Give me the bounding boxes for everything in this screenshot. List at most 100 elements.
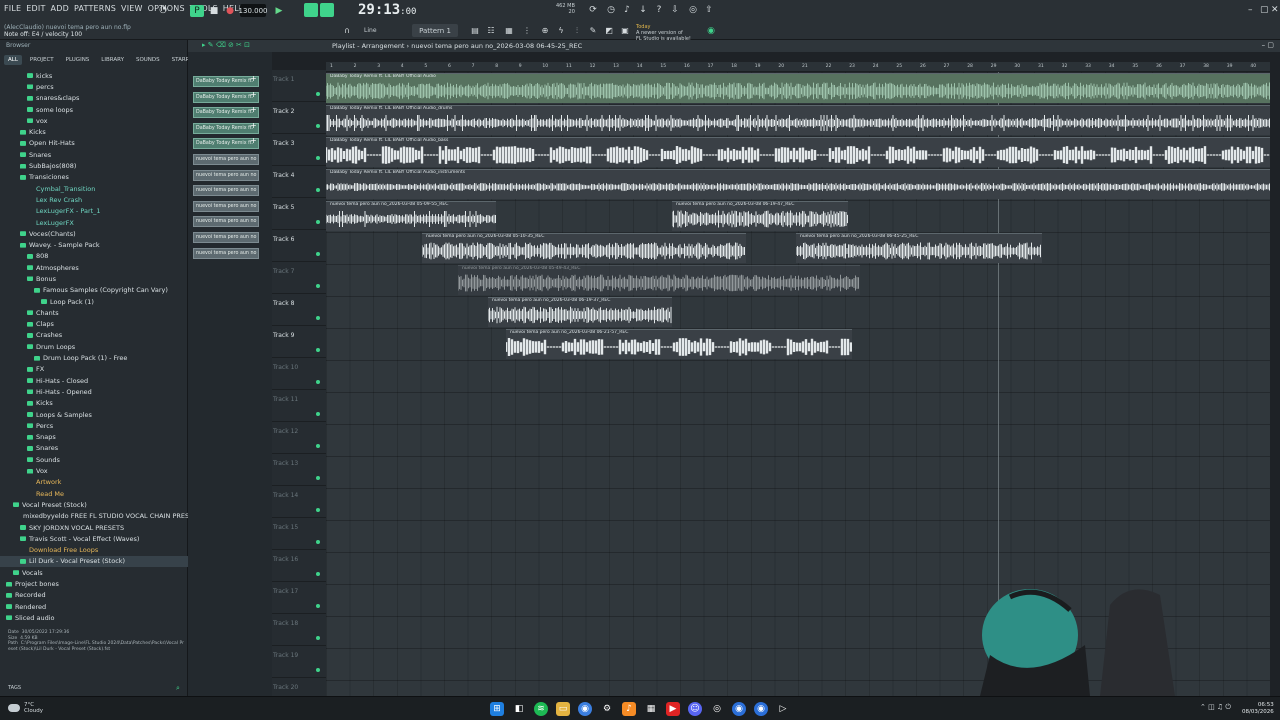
track-header[interactable]: Track 5 (272, 198, 326, 230)
pattern-clip[interactable]: nuevoi tema pero aun no (193, 247, 259, 259)
audio-clip[interactable]: DaBaby Today Remix ft. LIL BABY Official… (326, 105, 1270, 135)
metronome-icon[interactable]: ◔ (158, 5, 168, 15)
tags-label[interactable]: TAGS (8, 685, 21, 691)
track-header[interactable]: Track 11 (272, 390, 326, 422)
browser-item[interactable]: kicks (0, 70, 188, 81)
browser-item[interactable]: Percs (0, 420, 188, 431)
taskview-icon[interactable]: ◧ (512, 702, 526, 716)
add-clip-icon[interactable]: + (250, 90, 257, 99)
browser-item[interactable]: 808 (0, 251, 188, 262)
browser-item[interactable]: Artwork (0, 477, 188, 488)
chat-icon[interactable]: ◎ (688, 5, 698, 15)
weather-widget[interactable]: 7°C Cloudy (24, 702, 43, 714)
channel-rack-icon[interactable]: ▦ (504, 26, 514, 36)
track-header[interactable]: Track 1 (272, 70, 326, 102)
plugin-icon[interactable]: ⊕ (540, 26, 550, 36)
browser-item[interactable]: Vocals (0, 567, 188, 578)
search-icon[interactable]: ⌕ (176, 684, 180, 693)
browser-item[interactable]: Snares (0, 443, 188, 454)
track-header[interactable]: Track 15 (272, 518, 326, 550)
browser-item[interactable]: Atmospheres (0, 262, 188, 273)
help-icon[interactable]: ? (654, 5, 664, 15)
browser-item[interactable]: Drum Loop Pack (1) - Free (0, 352, 188, 363)
browser-item[interactable]: vox (0, 115, 188, 126)
audio-clip[interactable]: nuevoi tema pero aun no_2026-03-08 06-19… (672, 201, 848, 231)
track-mute-led[interactable] (316, 508, 320, 512)
track-header[interactable]: Track 8 (272, 294, 326, 326)
obs-icon[interactable]: ◎ (710, 702, 724, 716)
playlist-tools-icon[interactable]: ▸ ✎ ⌫ ⊘ ✂ ⊡ (202, 41, 250, 49)
track-header[interactable]: Track 12 (272, 422, 326, 454)
pattern-selector[interactable]: Pattern 1 (412, 24, 458, 37)
menu-file[interactable]: FILE (4, 4, 21, 13)
browser-item[interactable]: Loops & Samples (0, 409, 188, 420)
track-header[interactable]: Track 19 (272, 646, 326, 678)
browser-item[interactable]: Loop Pack (1) (0, 296, 188, 307)
browser-toggle-icon[interactable]: ⫶ (572, 26, 582, 36)
play-icon[interactable]: ▶ (273, 5, 285, 17)
track-mute-led[interactable] (316, 284, 320, 288)
track-mute-led[interactable] (316, 92, 320, 96)
menu-edit[interactable]: EDIT (26, 4, 45, 13)
tab-library[interactable]: LIBRARY (97, 55, 128, 65)
refresh-icon[interactable]: ⟳ (588, 5, 598, 15)
audio-clip[interactable]: DaBaby Today Remix ft. LIL BABY Official… (326, 169, 1270, 199)
track-mute-led[interactable] (316, 668, 320, 672)
browser-item[interactable]: Rendered (0, 601, 188, 612)
pattern-clip[interactable]: nuevoi tema pero aun no (193, 169, 259, 181)
browser-item[interactable]: Vocal Preset (Stock) (0, 499, 188, 510)
track-mute-led[interactable] (316, 572, 320, 576)
record-icon[interactable]: ● (224, 5, 236, 17)
track-mute-led[interactable] (316, 348, 320, 352)
track-header[interactable]: Track 13 (272, 454, 326, 486)
tray-icons[interactable]: ⌃ ◫ ♫ ⏻ (1200, 703, 1231, 712)
tab-plugins[interactable]: PLUGINS (62, 55, 94, 65)
track-mute-led[interactable] (316, 636, 320, 640)
close-icon[interactable]: ✕ (1271, 5, 1279, 15)
pattern-clip[interactable]: nuevoi tema pero aun no (193, 154, 259, 165)
menu-add[interactable]: ADD (51, 4, 69, 13)
fl-studio-icon[interactable]: ♪ (622, 702, 636, 716)
audio-clip[interactable]: nuevoi tema pero aun no_2026-03-08 06-21… (506, 329, 852, 359)
browser-item[interactable]: Download Free Loops (0, 544, 188, 555)
menu-patterns[interactable]: PATTERNS (74, 4, 116, 13)
track-header[interactable]: Track 4 (272, 166, 326, 198)
browser-item[interactable]: mixedbyyeldo FREE FL STUDIO VOCAL CHAIN … (0, 511, 188, 522)
browser-item[interactable]: Wavey. - Sample Pack (0, 239, 188, 250)
clock-icon[interactable]: ◷ (606, 5, 616, 15)
chrome-icon[interactable]: ◉ (578, 702, 592, 716)
browser-item[interactable]: Transiciones (0, 172, 188, 183)
snap-mode-button[interactable] (304, 3, 318, 17)
browser-item[interactable]: Open Hit-Hats (0, 138, 188, 149)
browser-item[interactable]: Recorded (0, 590, 188, 601)
browser-item[interactable]: LexLugerFX (0, 217, 188, 228)
pattern-clip[interactable]: nuevoi tema pero aun no (193, 232, 259, 243)
restore-icon[interactable]: ▢ (1260, 5, 1269, 15)
browser-item[interactable]: Chants (0, 307, 188, 318)
pattern-clip[interactable]: nuevoi tema pero aun no (193, 185, 259, 197)
minimize-icon[interactable]: – (1248, 5, 1253, 15)
browser-icon[interactable]: ◉ (732, 702, 746, 716)
stop-icon[interactable]: ■ (208, 5, 220, 17)
browser-item[interactable]: FX (0, 364, 188, 375)
browser-item[interactable]: Snares (0, 149, 188, 160)
browser-item[interactable]: Cymbal_Transition (0, 183, 188, 194)
browser-item[interactable]: SubBajos(808) (0, 160, 188, 171)
tools-icon[interactable]: ✎ (588, 26, 598, 36)
playlist-icon[interactable]: ▤ (470, 26, 480, 36)
browser-item[interactable]: Voces(Chants) (0, 228, 188, 239)
browser-item[interactable]: Lex Rev Crash (0, 194, 188, 205)
browser-item[interactable]: snares&claps (0, 93, 188, 104)
track-mute-led[interactable] (316, 604, 320, 608)
calendar-icon[interactable]: ▦ (644, 702, 658, 716)
render-icon[interactable]: ◩ (604, 26, 614, 36)
add-clip-icon[interactable]: + (250, 121, 257, 130)
track-header[interactable]: Track 16 (272, 550, 326, 582)
start-icon[interactable]: ⊞ (490, 702, 504, 716)
browser-item[interactable]: Famous Samples (Copyright Can Vary) (0, 285, 188, 296)
browser-item[interactable]: Bonus (0, 273, 188, 284)
track-mute-led[interactable] (316, 476, 320, 480)
track-header[interactable]: Track 3 (272, 134, 326, 166)
snap-selector[interactable]: Line (360, 24, 400, 37)
bolt-icon[interactable]: ϟ (556, 26, 566, 36)
